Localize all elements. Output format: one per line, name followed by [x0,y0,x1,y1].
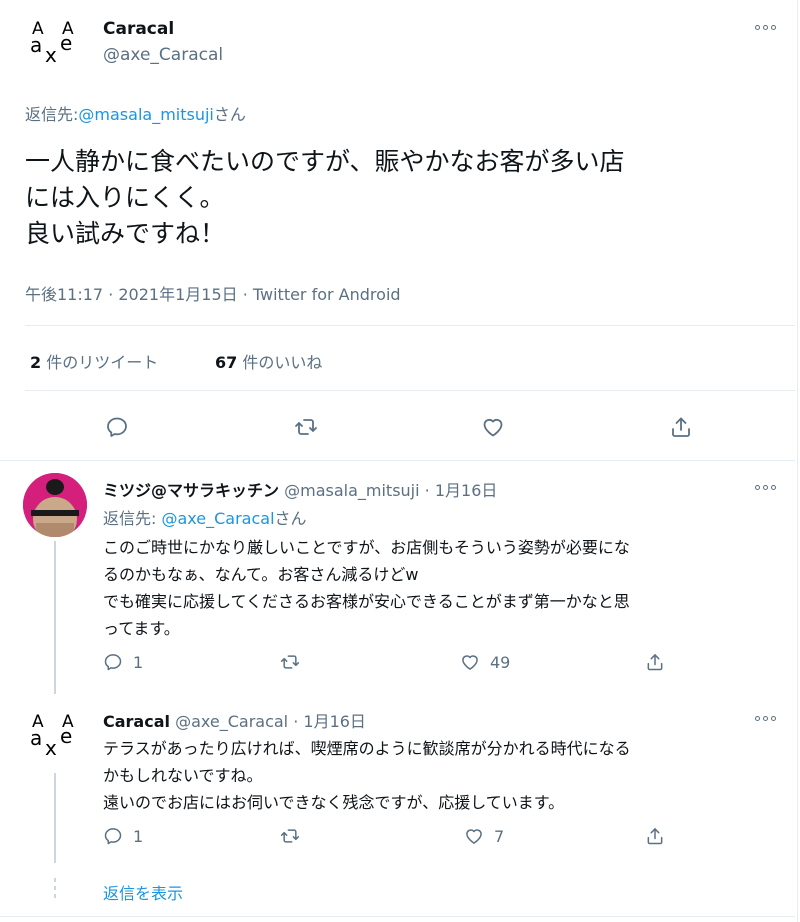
divider [0,460,795,461]
reply2-share-button[interactable] [645,826,665,846]
reply2-like-button[interactable]: 7 [464,826,504,846]
reply-to-suffix: さん [274,509,307,528]
reply-text-line: かもしれないですね。 [103,766,263,785]
share-button[interactable] [669,415,693,439]
heart-icon [483,419,503,437]
svg-text:a: a [30,33,42,57]
reply-text-line: るのかもなぁ、なんて。お客さん減るけどw [103,565,419,584]
svg-text:x: x [45,43,57,67]
divider [25,325,795,326]
reply1-retweet-button[interactable] [280,652,300,672]
reply-icon [104,828,122,845]
reply1-reply-count: 1 [133,652,144,672]
reply-to-prefix: 返信先: [25,105,79,124]
more-options-icon[interactable] [755,713,779,723]
retweet-icon [280,655,300,669]
author-handle[interactable]: @axe_Caracal [103,45,223,65]
reply-text-line: でも確実に応援してくださるお客様が安心できることがまず第一かなと思 [103,592,630,611]
thread-connector [54,541,56,694]
reply-icon [104,654,122,671]
retweet-icon [295,419,317,435]
tweet-text-line: には入りにくく。 [25,183,225,212]
reply1-like-button[interactable]: 49 [460,652,510,672]
reply-button[interactable] [105,415,129,439]
reply-icon [107,417,127,437]
reply1-reply-button[interactable]: 1 [103,652,143,672]
svg-text:e: e [60,31,72,55]
svg-text:e: e [60,724,72,748]
reply2-like-count: 7 [494,826,505,846]
profile-photo-icon [23,473,87,537]
like-stats[interactable]: 67 件のいいね [215,349,322,373]
like-label: 件のいいね [242,353,323,372]
share-icon [647,828,663,845]
tweet-text-line: 一人静かに食べたいのですが、賑やかなお客が多い店 [25,147,625,176]
reply1-reply-to: 返信先: @axe_Caracalさん [103,505,307,529]
divider [25,390,795,391]
divider [0,916,795,917]
tweet-timestamp[interactable]: 午後11:17 · 2021年1月15日 · Twitter for Andro… [25,281,401,305]
share-icon [647,654,663,671]
reply-to-suffix: さん [213,105,246,124]
caracal-avatar[interactable]: A A a x e [20,10,88,78]
reply2-author-handle[interactable]: @axe_Caracal [175,712,288,731]
reply-text-line: テラスがあったり広ければ、喫煙席のように歓談席が分かれる時代になる [103,739,631,758]
reply2-reply-count: 1 [133,826,144,846]
reply1-date[interactable]: · 1月16日 [425,481,498,500]
reply2-date[interactable]: · 1月16日 [293,712,366,731]
mitsuji-avatar[interactable] [23,473,87,537]
reply2-text: テラスがあったり広ければ、喫煙席のように歓談席が分かれる時代になる かもしれない… [103,735,783,816]
reply-to-handle-link[interactable]: @axe_Caracal [162,509,275,528]
show-replies-link[interactable]: 返信を表示 [103,880,183,904]
reply-text-line: ってます。 [103,619,180,638]
reply-to-prefix: 返信先: [103,509,157,528]
retweet-button[interactable] [294,415,318,439]
more-options-icon[interactable] [755,22,779,32]
reply1-text: このご時世にかなり厳しいことですが、お店側もそういう姿勢が必要にな るのかもなぁ… [103,534,783,642]
reply2-author-name[interactable]: Caracal [103,712,170,731]
svg-text:a: a [30,726,42,750]
reply1-author-handle[interactable]: @masala_mitsuji [284,481,419,500]
reply-to-handle-link[interactable]: @masala_mitsuji [78,105,213,124]
caracal-avatar[interactable]: A A a x e [20,703,86,769]
reply2-reply-button[interactable]: 1 [103,826,143,846]
reply1-author-name[interactable]: ミツジ@マサラキッチン [103,481,279,500]
like-count: 67 [215,353,238,372]
author-name[interactable]: Caracal [103,19,174,39]
thread-dots [54,878,56,902]
retweet-count: 2 [30,353,42,372]
reply1-header: ミツジ@マサラキッチン @masala_mitsuji · 1月16日 [103,477,497,501]
reply-text-line: このご時世にかなり厳しいことですが、お店側もそういう姿勢が必要にな [103,538,630,557]
thread-connector [54,773,56,863]
reply1-like-count: 49 [490,652,511,672]
svg-text:x: x [45,736,57,760]
reply2-header: Caracal @axe_Caracal · 1月16日 [103,708,366,732]
heart-icon [466,829,482,844]
reply2-retweet-button[interactable] [280,826,300,846]
reply-to-line: 返信先:@masala_mitsujiさん [25,101,246,125]
tweet-thread-panel: A A a x e Caracal @axe_Caracal 返信先:@masa… [0,0,798,922]
reply-text-line: 遠いのでお店にはお伺いできなく残念ですが、応援しています。 [103,793,565,812]
axe-logo-icon: A A a x e [30,712,74,760]
heart-icon [462,655,478,670]
retweet-icon [280,829,300,843]
retweet-label: 件のリツイート [46,353,159,372]
tweet-text: 一人静かに食べたいのですが、賑やかなお客が多い店 には入りにくく。 良い試みです… [25,144,785,252]
reply1-share-button[interactable] [645,652,665,672]
like-button[interactable] [481,415,505,439]
more-options-icon[interactable] [755,482,779,492]
share-icon [672,417,690,437]
axe-logo-icon: A A a x e [30,19,74,67]
tweet-text-line: 良い試みですね！ [25,219,226,248]
retweet-stats[interactable]: 2 件のリツイート [30,349,158,373]
